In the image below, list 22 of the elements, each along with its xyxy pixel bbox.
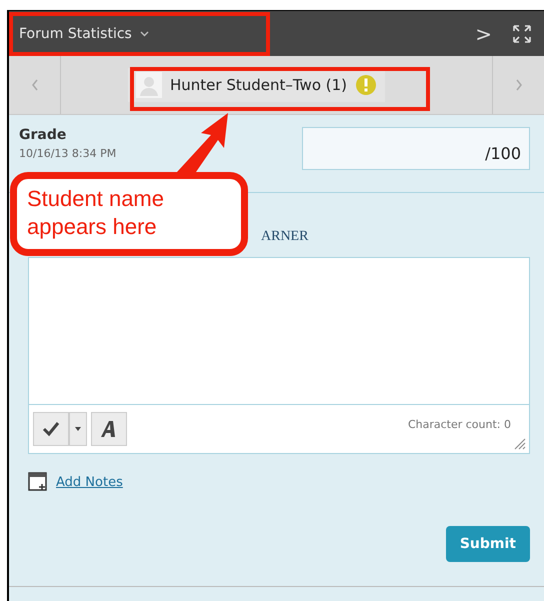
next-button[interactable]: > — [475, 22, 492, 46]
panel-title[interactable]: Forum Statistics — [19, 26, 132, 42]
text-format-button[interactable] — [91, 412, 127, 446]
expand-icon[interactable] — [512, 24, 532, 44]
avatar-icon — [136, 72, 162, 98]
chevron-right-icon — [514, 79, 522, 91]
notes-icon — [28, 472, 48, 492]
grade-field[interactable]: /100 — [302, 127, 530, 170]
grade-timestamp: 10/16/13 8:34 PM — [19, 147, 116, 160]
chevron-left-icon — [30, 79, 38, 91]
grade-label: Grade — [19, 127, 68, 143]
chevron-down-icon — [140, 30, 149, 36]
resize-grip-icon[interactable] — [514, 438, 526, 450]
callout-text: Student name appears here — [10, 172, 248, 256]
feedback-label: ARNER — [261, 229, 310, 245]
callout-arrow — [176, 113, 228, 173]
spellcheck-button[interactable] — [33, 412, 69, 446]
character-count: Character count: 0 — [408, 418, 511, 430]
checkmark-icon — [41, 421, 61, 437]
add-notes-link[interactable]: Add Notes — [56, 474, 123, 490]
caret-icon — [75, 427, 81, 431]
warning-icon — [355, 74, 378, 96]
